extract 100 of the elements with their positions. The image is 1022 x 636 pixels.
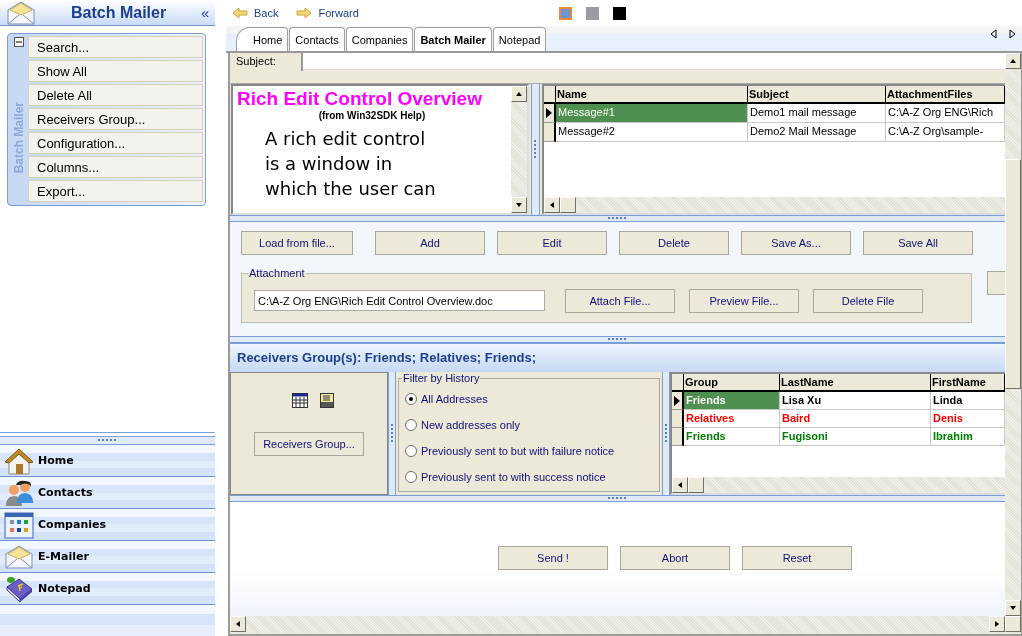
column-header[interactable]: Name [556,86,748,104]
radio-label[interactable]: Previously sent to but with failure notice [421,445,615,457]
scroll-button[interactable] [511,86,527,102]
back-link[interactable]: Back [232,7,279,19]
color-swatch[interactable] [558,6,572,20]
splitter-handle[interactable] [230,495,1005,502]
splitter-handle[interactable] [662,372,670,495]
splitter-handle[interactable] [230,215,1005,222]
scroll-thumb[interactable] [1005,159,1021,389]
action-button[interactable]: Export... [28,180,203,202]
nav-item[interactable]: E-Mailer [0,541,215,573]
splitter-handle[interactable] [230,336,1005,343]
scroll-button[interactable] [1005,600,1021,616]
nav-item[interactable]: Contacts [0,477,215,509]
column-header[interactable]: Subject [748,86,886,104]
action-button[interactable]: Send ! [498,546,608,570]
scroll-button[interactable] [672,477,688,493]
minus-icon [15,39,22,45]
row-selector[interactable] [672,428,684,446]
printer-icon[interactable] [320,393,334,408]
column-header[interactable]: AttachmentFiles [886,86,1005,104]
action-button[interactable]: Abort [620,546,730,570]
receivers-group-button[interactable]: Receivers Group... [254,432,364,456]
row-selector[interactable] [544,104,556,123]
forward-link[interactable]: Forward [296,7,359,19]
action-button[interactable]: Delete [619,231,729,255]
tab[interactable]: Notepad [492,27,547,51]
action-button[interactable]: Search... [28,36,203,58]
radio-button[interactable] [405,471,417,483]
action-button[interactable]: Show All [28,60,203,82]
scroll-button[interactable] [1005,53,1021,69]
table-cell: Fugisoni [780,428,931,446]
table-cell: Relatives [684,410,780,428]
color-swatch[interactable] [585,6,599,20]
column-header[interactable]: FirstName [931,374,1005,392]
scroll-right-button[interactable] [1008,29,1016,39]
nav-item[interactable]: Home [0,445,215,477]
column-header[interactable]: LastName [780,374,931,392]
splitter-handle[interactable] [0,436,215,445]
horizontal-scrollbar[interactable] [230,616,1021,634]
color-swatch[interactable] [612,6,626,20]
document-subtitle: (from Win32SDK Help) [317,110,427,121]
vertical-scrollbar[interactable] [511,86,527,213]
collapse-button[interactable]: « [201,4,209,21]
file-button[interactable]: Attach File... [565,288,675,313]
action-button[interactable]: Save All [863,231,973,255]
action-button[interactable]: Configuration... [28,132,203,154]
action-button[interactable]: Reset [742,546,852,570]
action-button[interactable]: Load from file... [241,231,353,255]
action-button[interactable]: Delete All [28,84,203,106]
calendar-icon[interactable] [292,393,308,408]
arrow-icon [234,620,242,628]
action-button[interactable]: Receivers Group... [28,108,203,130]
radio-button[interactable] [405,419,417,431]
tab[interactable]: Batch Mailer [414,27,492,51]
left-arrow-icon [232,7,248,19]
action-button[interactable]: Save As... [741,231,851,255]
nav-item[interactable]: Companies [0,509,215,541]
scroll-button[interactable] [989,616,1005,632]
splitter-handle[interactable] [531,84,540,215]
row-selector[interactable] [672,392,684,410]
horizontal-scrollbar[interactable] [672,477,1005,493]
grid-window-icon [4,510,34,539]
radio-button[interactable] [405,393,417,405]
action-button[interactable]: Columns... [28,156,203,178]
column-header[interactable]: Group [684,374,780,392]
rich-text-editor[interactable]: Rich Edit Control Overview (from Win32SDK Help) A rich edit control is a window in which the user can [231,84,529,215]
radio-button[interactable] [405,445,417,457]
scroll-button[interactable] [230,616,246,632]
grip-icon [607,338,628,341]
group-label: Filter by History [402,372,481,384]
nav-item[interactable]: Notepad [0,573,215,605]
vertical-scrollbar[interactable] [1005,53,1021,616]
tab[interactable]: Home [236,27,289,51]
scroll-left-button[interactable] [990,29,998,39]
book-icon [4,574,34,603]
arrow-icon [1009,57,1017,65]
table-cell: Baird [780,410,931,428]
tab[interactable]: Contacts [289,27,345,51]
action-button[interactable]: Add [375,231,485,255]
row-selector[interactable] [672,410,684,428]
file-button[interactable]: Preview File... [689,288,799,313]
right-arrow-icon [296,7,313,19]
file-button[interactable]: Delete File [813,288,923,313]
action-button[interactable]: Edit [497,231,607,255]
radio-label[interactable]: New addresses only [421,419,521,431]
arrow-icon [515,201,523,209]
splitter-handle[interactable] [388,372,396,495]
horizontal-scrollbar[interactable] [544,197,1005,213]
radio-label[interactable]: All Addresses [421,393,488,405]
scroll-button[interactable] [511,197,527,213]
radio-label[interactable]: Previously sent to with success notice [421,471,606,483]
tab[interactable]: Companies [345,27,414,51]
collapse-toggle[interactable] [13,37,24,47]
attachment-path-field[interactable]: C:\A-Z Org ENG\Rich Edit Control Overview.doc [254,290,545,311]
scroll-button[interactable] [544,197,560,213]
scroll-thumb[interactable] [688,477,704,493]
row-selector[interactable] [544,123,556,142]
scroll-thumb[interactable] [560,197,576,213]
table-cell: Demo1 mail message [748,104,886,123]
